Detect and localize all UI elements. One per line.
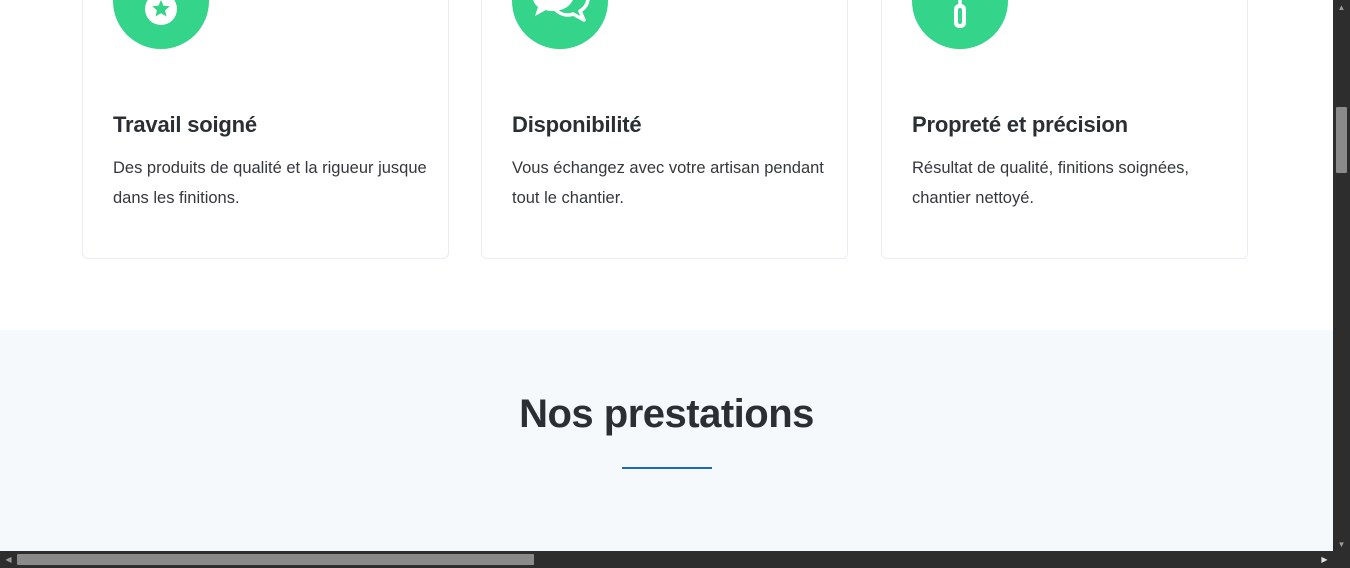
card-description: Résultat de qualité, finitions soignées,… xyxy=(912,159,1190,207)
page: Travail soigné Des produits de qualité e… xyxy=(0,0,1333,551)
scroll-left-arrow-icon[interactable]: ◀ xyxy=(0,551,17,568)
scroll-down-arrow-icon[interactable]: ▼ xyxy=(1333,537,1350,551)
card-description: Vous échangez avec votre artisan pendant… xyxy=(512,159,824,207)
feature-card-travail-soigne: Travail soigné Des produits de qualité e… xyxy=(82,0,449,259)
vertical-scrollbar-thumb[interactable] xyxy=(1336,107,1347,173)
section-title: Nos prestations xyxy=(519,392,814,436)
horizontal-scrollbar[interactable]: ◀ ▶ xyxy=(0,551,1333,568)
scroll-up-arrow-icon[interactable]: ▲ xyxy=(1333,0,1350,14)
title-underline xyxy=(622,467,712,469)
feature-card-proprete-precision: Propreté et précision Résultat de qualit… xyxy=(881,0,1248,259)
chat-bubbles-icon xyxy=(512,0,608,49)
prestations-section: Nos prestations xyxy=(0,330,1333,551)
feature-card-disponibilite: Disponibilité Vous échangez avec votre a… xyxy=(481,0,848,259)
paint-roller-icon xyxy=(912,0,1008,49)
card-description: Des produits de qualité et la rigueur ju… xyxy=(113,159,427,207)
features-section: Travail soigné Des produits de qualité e… xyxy=(0,0,1333,330)
scroll-right-arrow-icon[interactable]: ▶ xyxy=(1316,551,1333,568)
scrollbar-corner xyxy=(1333,551,1350,568)
card-title: Travail soigné xyxy=(113,112,257,137)
medal-icon xyxy=(113,0,209,49)
card-title: Disponibilité xyxy=(512,112,642,137)
card-title: Propreté et précision xyxy=(912,112,1128,137)
vertical-scrollbar[interactable]: ▲ ▼ xyxy=(1333,0,1350,551)
horizontal-scrollbar-thumb[interactable] xyxy=(17,554,534,565)
